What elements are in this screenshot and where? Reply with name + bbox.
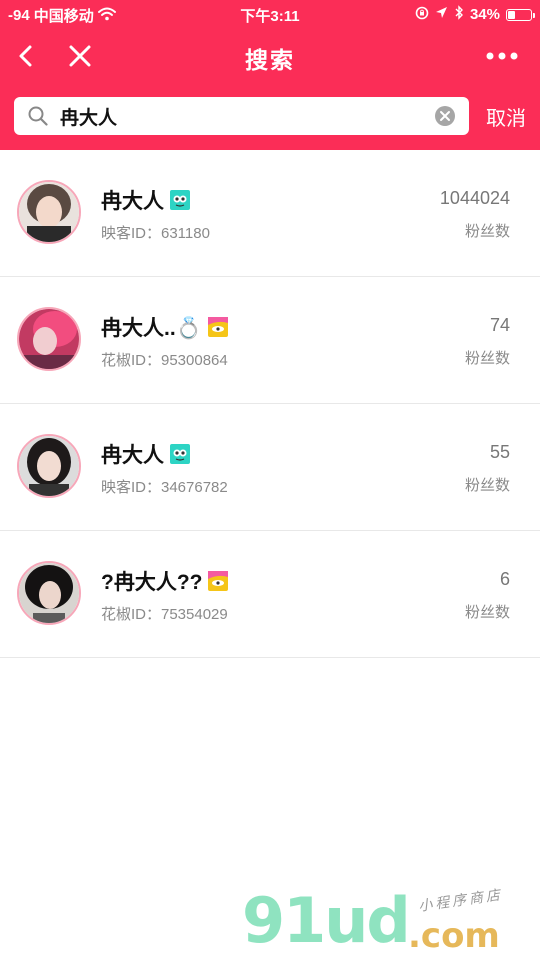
avatar[interactable] xyxy=(17,180,81,244)
user-name: 冉大人 xyxy=(101,444,164,467)
fan-label: 粉丝数 xyxy=(464,223,510,240)
user-name: ?冉大人?? xyxy=(101,571,203,594)
more-button[interactable] xyxy=(482,36,522,76)
fan-count: 6 xyxy=(499,569,510,589)
yingke-app-icon xyxy=(170,444,190,464)
user-name-row: ?冉大人?? xyxy=(101,566,229,596)
location-icon xyxy=(435,6,448,23)
huajiao-app-icon xyxy=(208,571,229,591)
watermark-logo: 91ud xyxy=(242,884,411,957)
status-bar: -94 中国移动 下午3:11 34% xyxy=(0,0,540,28)
user-id: 映客ID：631180 xyxy=(101,225,210,242)
yingke-app-icon xyxy=(170,190,190,210)
search-icon xyxy=(28,106,48,126)
user-name-row: 冉大人 xyxy=(101,439,190,469)
rotation-lock-icon xyxy=(415,6,429,24)
fan-label: 粉丝数 xyxy=(464,477,510,494)
fan-label: 粉丝数 xyxy=(464,350,510,367)
result-item[interactable]: 冉大人 映客ID：34676782 55 粉丝数 xyxy=(0,404,540,531)
battery-icon xyxy=(506,8,535,21)
fan-label: 粉丝数 xyxy=(464,604,510,621)
nav-bar: 搜索 xyxy=(0,28,540,84)
watermark-domain: .com xyxy=(408,916,500,956)
search-page: -94 中国移动 下午3:11 34% 搜索 冉大人 取消 冉大人 映客ID：6… xyxy=(0,0,540,960)
avatar[interactable] xyxy=(17,561,81,625)
watermark: 91ud 小程序商店 .com xyxy=(240,880,540,960)
search-input[interactable] xyxy=(60,97,430,135)
user-id: 花椒ID：75354029 xyxy=(101,606,228,623)
result-item[interactable]: ?冉大人?? 花椒ID：75354029 6 粉丝数 xyxy=(0,531,540,658)
status-right: 34% xyxy=(415,5,535,24)
result-list: 冉大人 映客ID：631180 1044024 粉丝数 冉大人..💍 花椒ID：… xyxy=(0,150,540,658)
user-id: 花椒ID：95300864 xyxy=(101,352,228,369)
bluetooth-icon xyxy=(454,5,464,24)
search-row: 取消 xyxy=(0,97,540,137)
clear-input-icon[interactable] xyxy=(435,106,455,126)
result-item[interactable]: 冉大人..💍 花椒ID：95300864 74 粉丝数 xyxy=(0,277,540,404)
user-name: 冉大人 xyxy=(101,190,164,213)
cancel-button[interactable]: 取消 xyxy=(486,102,526,131)
fan-count: 55 xyxy=(489,442,510,462)
header: -94 中国移动 下午3:11 34% 搜索 冉大人 取消 xyxy=(0,0,540,150)
user-name-row: 冉大人..💍 xyxy=(101,312,228,342)
user-id: 映客ID：34676782 xyxy=(101,479,228,496)
watermark-tagline: 小程序商店 xyxy=(417,887,504,915)
huajiao-app-icon xyxy=(207,317,228,337)
fan-count: 1044024 xyxy=(439,188,510,208)
battery-percent: 34% xyxy=(469,6,500,23)
more-dots-icon xyxy=(486,52,518,60)
battery-level xyxy=(508,10,516,19)
search-box[interactable] xyxy=(14,97,469,135)
fan-count: 74 xyxy=(489,315,510,335)
page-title: 搜索 xyxy=(245,47,295,73)
result-item[interactable]: 冉大人 映客ID：631180 1044024 粉丝数 xyxy=(0,150,540,277)
user-name: 冉大人..💍 xyxy=(101,317,202,340)
avatar[interactable] xyxy=(17,307,81,371)
avatar[interactable] xyxy=(17,434,81,498)
user-name-row: 冉大人 xyxy=(101,185,190,215)
